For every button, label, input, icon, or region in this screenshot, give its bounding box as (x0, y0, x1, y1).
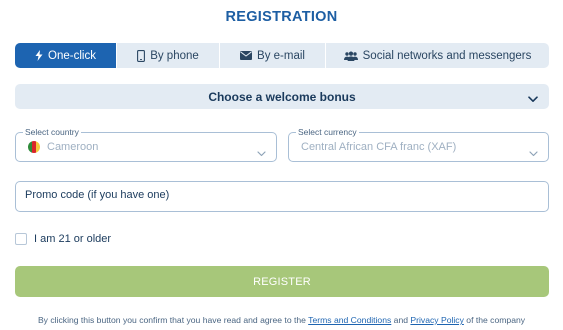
tab-label: Social networks and messengers (362, 49, 532, 62)
age-checkbox[interactable] (15, 233, 27, 245)
tab-label: One-click (48, 49, 96, 62)
terms-notice-suffix: of the company (463, 315, 526, 325)
envelope-icon (240, 51, 253, 60)
terms-notice-prefix: By clicking this button you confirm that… (37, 315, 309, 325)
welcome-bonus-dropdown[interactable]: Choose a welcome bonus (15, 84, 549, 109)
phone-icon (137, 49, 146, 62)
country-select-label: Select country (23, 127, 81, 137)
tab-by-phone[interactable]: By phone (117, 43, 220, 68)
tab-one-click[interactable]: One-click (15, 43, 117, 68)
page-title: REGISTRATION (225, 9, 338, 25)
promo-code-field[interactable] (15, 181, 549, 212)
age-confirmation[interactable]: I am 21 or older (15, 233, 111, 245)
tab-label: By phone (150, 49, 199, 62)
register-button[interactable]: REGISTER (15, 266, 549, 297)
tab-social-networks[interactable]: Social networks and messengers (326, 43, 549, 68)
welcome-bonus-label: Choose a welcome bonus (208, 89, 356, 104)
terms-notice: By clicking this button you confirm that… (0, 315, 563, 325)
users-icon (343, 51, 358, 61)
country-select[interactable]: Select country Cameroon (15, 127, 277, 162)
chevron-down-icon (529, 144, 538, 162)
terms-and-conditions-link[interactable]: Terms and Conditions (308, 315, 391, 325)
promo-code-input[interactable] (25, 189, 525, 201)
terms-notice-middle: and (391, 315, 411, 325)
currency-select-label: Select currency (296, 127, 359, 137)
currency-value: Central African CFA franc (XAF) (301, 141, 457, 153)
registration-method-tabs: One-click By phone By e-mail Social netw… (15, 43, 549, 68)
cameroon-flag-icon (28, 141, 40, 153)
tab-label: By e-mail (257, 49, 305, 62)
chevron-down-icon (528, 92, 538, 106)
country-value: Cameroon (47, 141, 99, 153)
age-checkbox-label: I am 21 or older (34, 233, 112, 245)
currency-select[interactable]: Select currency Central African CFA fran… (288, 127, 549, 162)
tab-by-email[interactable]: By e-mail (220, 43, 326, 68)
privacy-policy-link[interactable]: Privacy Policy (410, 315, 463, 325)
chevron-down-icon (257, 144, 266, 162)
lightning-icon (35, 50, 43, 61)
